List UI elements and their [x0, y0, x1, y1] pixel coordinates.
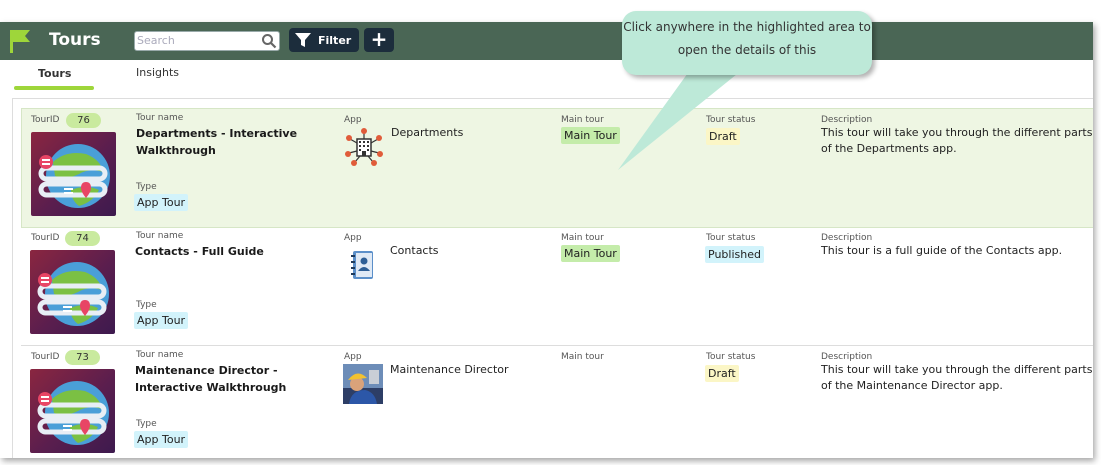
search-input[interactable]: Search — [134, 31, 280, 51]
tab-tours[interactable]: Tours — [38, 67, 71, 80]
app-label: App — [344, 352, 362, 362]
main-tour-label: Main tour — [561, 352, 604, 362]
departments-app-icon — [345, 128, 383, 166]
tour-thumbnail — [31, 132, 116, 216]
tour-row[interactable]: TourID 73 Tour name Maintenance Director… — [21, 346, 1093, 458]
filter-icon — [295, 33, 311, 47]
tour-id-label: TourID — [31, 352, 60, 362]
main-tour-label: Main tour — [561, 115, 604, 125]
tour-status-label: Tour status — [706, 352, 756, 362]
globe-icon — [37, 262, 109, 326]
type-label: Type — [136, 182, 157, 192]
maintenance-director-app-icon — [343, 364, 383, 404]
tour-row[interactable]: TourID 76 Tour name Departments - Intera… — [21, 108, 1093, 228]
tour-id-label: TourID — [31, 233, 60, 243]
tour-name-label: Tour name — [136, 113, 184, 123]
app-name: Departments — [391, 126, 464, 139]
add-tour-button[interactable]: + — [364, 28, 394, 52]
tour-description: This tour is a full guide of the Contact… — [821, 244, 1063, 257]
status-badge: Published — [705, 246, 764, 263]
tour-status-label: Tour status — [706, 233, 756, 243]
tour-thumbnail — [30, 250, 115, 334]
tour-id-label: TourID — [31, 115, 60, 125]
top-bar: Tours Search Filter + — [0, 22, 1093, 60]
tour-name: Departments - Interactive Walkthrough — [136, 127, 298, 157]
description-label: Description — [821, 233, 873, 243]
active-tab-indicator — [14, 86, 94, 90]
tour-id-badge: 73 — [65, 350, 100, 365]
globe-icon — [37, 381, 109, 445]
tour-name-label: Tour name — [136, 231, 184, 241]
main-tour-badge: Main Tour — [561, 245, 620, 262]
callout-tooltip: Click anywhere in the highlighted area t… — [622, 11, 872, 75]
status-badge: Draft — [705, 365, 739, 382]
tour-name: Maintenance Director - Interactive Walkt… — [135, 364, 287, 394]
description-label: Description — [821, 115, 873, 125]
flag-icon — [10, 30, 30, 53]
app-label: App — [344, 233, 362, 243]
app-label: App — [344, 115, 362, 125]
main-tour-badge: Main Tour — [561, 127, 620, 144]
type-label: Type — [136, 419, 157, 429]
tour-row[interactable]: TourID 74 Tour name Contacts - Full Guid… — [21, 227, 1093, 346]
search-placeholder: Search — [137, 34, 175, 47]
type-label: Type — [136, 300, 157, 310]
main-tour-label: Main tour — [561, 233, 604, 243]
tours-list: TourID 76 Tour name Departments - Intera… — [12, 98, 1093, 458]
type-badge: App Tour — [134, 312, 189, 329]
app-name: Maintenance Director — [390, 363, 509, 376]
tab-insights[interactable]: Insights — [136, 66, 179, 79]
tour-status-label: Tour status — [706, 115, 756, 125]
app-title: Tours — [49, 30, 101, 50]
type-badge: App Tour — [134, 194, 189, 211]
status-badge: Draft — [706, 128, 740, 145]
app-window: Tours Search Filter + Tours Insights Tou… — [0, 22, 1093, 458]
description-label: Description — [821, 352, 873, 362]
app-name: Contacts — [390, 244, 439, 257]
filter-button[interactable]: Filter — [289, 28, 359, 52]
tour-name: Contacts - Full Guide — [135, 245, 264, 258]
search-icon[interactable] — [261, 33, 277, 49]
tour-description: This tour will take you through the diff… — [821, 126, 1093, 155]
filter-label: Filter — [318, 34, 352, 47]
tour-id-badge: 74 — [65, 231, 100, 246]
tour-name-label: Tour name — [136, 350, 184, 360]
tour-description: This tour will take you through the diff… — [821, 363, 1093, 392]
contacts-app-icon — [351, 251, 373, 279]
globe-icon — [38, 144, 110, 208]
tour-thumbnail — [30, 369, 115, 453]
type-badge: App Tour — [134, 431, 189, 448]
tour-id-badge: 76 — [66, 113, 101, 128]
